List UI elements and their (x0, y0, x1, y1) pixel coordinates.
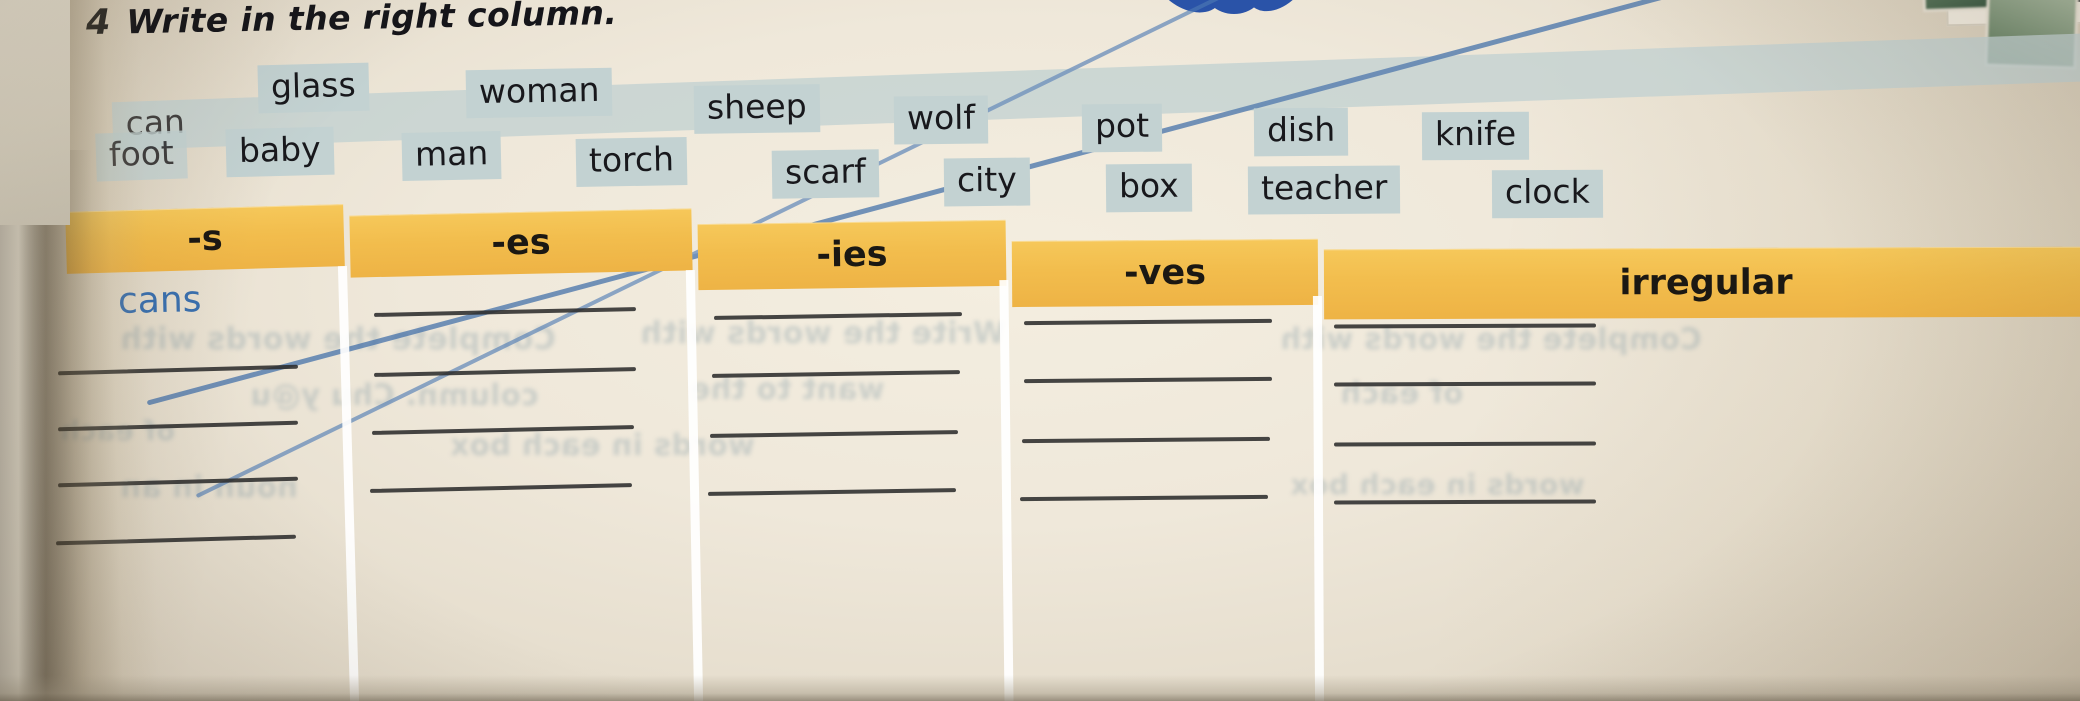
writing-line[interactable] (1023, 318, 1273, 326)
column-divider (685, 269, 704, 701)
writing-line[interactable] (1019, 494, 1269, 502)
word-tile-label: pot (1094, 105, 1150, 146)
column-divider (999, 279, 1014, 701)
writing-line[interactable] (57, 476, 299, 488)
writing-line[interactable] (713, 312, 963, 320)
word-tile-dish[interactable]: dish (1253, 107, 1349, 156)
table-header-s: -s (65, 204, 345, 274)
word-tile-label: glass (270, 64, 357, 107)
word-tile-label: city (956, 159, 1017, 200)
word-tile-torch[interactable]: torch (575, 137, 688, 187)
column-cell-s[interactable] (55, 270, 340, 700)
exercise-number: 4 (85, 2, 111, 44)
word-tile-label: sheep (706, 86, 807, 127)
word-tile-label: wolf (906, 97, 976, 138)
writing-line[interactable] (1023, 376, 1273, 384)
word-tile-pot[interactable]: pot (1081, 103, 1163, 152)
column-cell-ves[interactable] (1016, 304, 1310, 701)
writing-line[interactable] (711, 370, 961, 378)
writing-line[interactable] (1021, 436, 1271, 444)
table-header-label: -s (186, 218, 224, 260)
writing-line[interactable] (371, 425, 635, 435)
workbook-page-photo: Complete the words with Write the words … (0, 0, 2080, 701)
word-tile-knife[interactable]: knife (1421, 111, 1530, 160)
word-tile-label: dish (1266, 109, 1336, 150)
writing-line[interactable] (373, 307, 637, 317)
writing-line[interactable] (55, 534, 297, 546)
word-tile-label: woman (478, 69, 600, 112)
word-tile-label: knife (1434, 113, 1517, 154)
word-tile-label: man (414, 133, 489, 174)
writing-line[interactable] (369, 483, 633, 493)
plural-sorting-table: -s -es -ies -ves irregular cans (55, 196, 2080, 701)
writing-line[interactable] (1333, 441, 1597, 447)
word-tile-scarf[interactable]: scarf (771, 149, 880, 199)
writing-line[interactable] (373, 367, 637, 377)
table-header-ies: -ies (697, 219, 1007, 291)
table-header-es: -es (349, 208, 693, 278)
word-tile-label: foot (108, 132, 175, 175)
writing-line[interactable] (57, 420, 299, 432)
word-tile-man[interactable]: man (401, 130, 502, 181)
word-tile-sheep[interactable]: sheep (693, 84, 820, 134)
word-tile-label: torch (588, 139, 675, 180)
writing-line[interactable] (1333, 499, 1597, 505)
writing-line[interactable] (57, 364, 299, 376)
word-tile-label: baby (238, 129, 322, 170)
word-tile-woman[interactable]: woman (465, 67, 613, 118)
word-tile-foot[interactable]: foot (95, 130, 188, 182)
table-header-label: irregular (1619, 262, 1793, 304)
writing-line[interactable] (1333, 381, 1597, 387)
column-cell-es[interactable] (354, 274, 688, 701)
table-header-irregular: irregular (1323, 246, 2080, 320)
writing-line[interactable] (707, 488, 957, 496)
writing-line[interactable] (709, 430, 959, 438)
column-cell-irregular[interactable] (1328, 318, 2080, 701)
column-divider (1312, 295, 1325, 701)
word-tile-wolf[interactable]: wolf (893, 95, 989, 145)
word-tile-glass[interactable]: glass (257, 62, 370, 113)
table-header-ves: -ves (1011, 238, 1319, 308)
column-cell-ies[interactable] (704, 286, 1000, 701)
table-header-label: -es (491, 222, 551, 264)
writing-line[interactable] (1333, 323, 1597, 329)
table-header-label: -ves (1123, 252, 1207, 294)
table-header-label: -ies (816, 234, 888, 276)
word-tile-label: scarf (784, 151, 866, 192)
word-tile-baby[interactable]: baby (225, 126, 335, 177)
